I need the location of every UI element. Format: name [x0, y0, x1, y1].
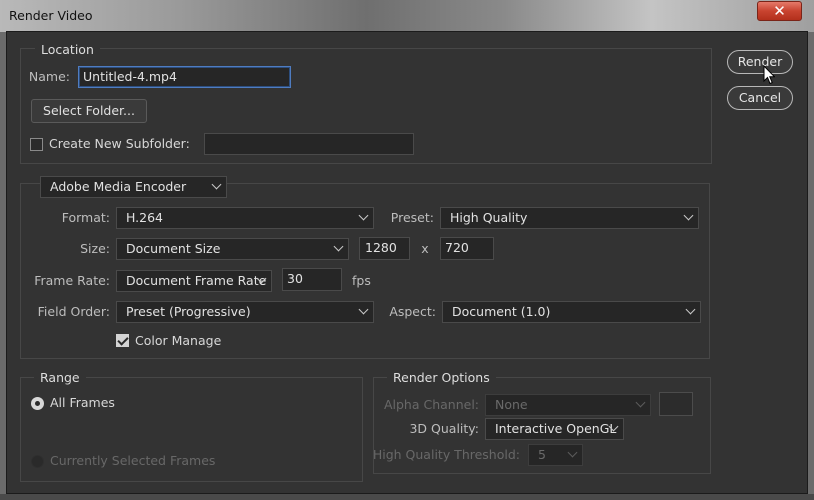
color-manage-label: Color Manage — [135, 333, 222, 348]
aspect-select[interactable]: Document (1.0) — [442, 301, 701, 323]
alpha-channel-label: Alpha Channel: — [383, 397, 479, 412]
render-button[interactable]: Render — [727, 50, 793, 74]
cancel-button[interactable]: Cancel — [727, 86, 793, 110]
encoder-select[interactable]: Adobe Media Encoder — [40, 176, 227, 198]
frame-rate-select[interactable]: Document Frame Rate — [116, 270, 272, 292]
height-input[interactable]: 720 — [440, 237, 494, 260]
format-select[interactable]: H.264 — [116, 207, 374, 229]
title-bar — [0, 0, 814, 32]
create-subfolder-checkbox[interactable] — [30, 138, 43, 151]
fps-input[interactable]: 30 — [282, 268, 342, 291]
frame-rate-label: Frame Rate: — [34, 273, 110, 288]
chevron-down-icon — [358, 210, 369, 221]
color-manage-checkbox[interactable] — [116, 334, 129, 347]
aspect-select-value: Document (1.0) — [452, 304, 551, 319]
chevron-down-icon — [685, 304, 696, 315]
size-x-separator: x — [421, 241, 429, 256]
chevron-down-icon — [635, 397, 646, 408]
window-bottom-frame — [0, 494, 814, 500]
field-order-select-value: Preset (Progressive) — [126, 304, 251, 319]
chevron-down-icon — [567, 447, 578, 458]
3d-quality-select-value: Interactive OpenGL — [495, 421, 617, 436]
hq-threshold-select: 5 — [528, 444, 583, 466]
name-label: Name: — [28, 69, 70, 84]
hq-threshold-label: High Quality Threshold: — [372, 447, 520, 462]
range-legend: Range — [34, 370, 86, 385]
size-label: Size: — [80, 241, 110, 256]
aspect-label: Aspect: — [389, 304, 436, 319]
create-subfolder-label: Create New Subfolder: — [49, 136, 190, 151]
close-button[interactable]: ✕ — [757, 1, 802, 21]
subfolder-name-input[interactable] — [204, 133, 414, 155]
size-select-value: Document Size — [126, 241, 221, 256]
preset-label: Preset: — [390, 210, 434, 225]
width-input[interactable]: 1280 — [359, 237, 410, 260]
alpha-channel-select: None — [485, 394, 651, 416]
preset-select-value: High Quality — [450, 210, 528, 225]
window-title: Render Video — [9, 8, 93, 23]
frame-rate-select-value: Document Frame Rate — [126, 273, 267, 288]
3d-quality-label: 3D Quality: — [409, 421, 479, 436]
field-order-select[interactable]: Preset (Progressive) — [116, 301, 374, 323]
hq-threshold-select-value: 5 — [538, 447, 546, 462]
render-options-legend: Render Options — [387, 370, 496, 385]
chevron-down-icon — [683, 210, 694, 221]
selected-frames-radio — [31, 455, 44, 468]
all-frames-label: All Frames — [50, 395, 115, 410]
format-label: Format: — [61, 210, 110, 225]
size-select[interactable]: Document Size — [116, 238, 349, 260]
format-select-value: H.264 — [126, 210, 164, 225]
mouse-cursor-icon — [763, 65, 775, 85]
preset-select[interactable]: High Quality — [440, 207, 699, 229]
3d-quality-select[interactable]: Interactive OpenGL — [485, 418, 624, 440]
location-legend: Location — [35, 42, 100, 57]
name-input[interactable]: Untitled-4.mp4 — [78, 66, 291, 88]
field-order-label: Field Order: — [37, 304, 110, 319]
fps-unit-label: fps — [352, 273, 371, 288]
all-frames-radio[interactable] — [31, 397, 44, 410]
chevron-down-icon — [211, 179, 222, 190]
selected-frames-label: Currently Selected Frames — [50, 453, 216, 468]
alpha-color-swatch — [659, 392, 693, 416]
chevron-down-icon — [358, 304, 369, 315]
encoder-select-value: Adobe Media Encoder — [50, 179, 187, 194]
alpha-channel-select-value: None — [495, 397, 528, 412]
chevron-down-icon — [333, 241, 344, 252]
select-folder-button[interactable]: Select Folder... — [31, 99, 147, 123]
close-icon: ✕ — [773, 2, 786, 20]
